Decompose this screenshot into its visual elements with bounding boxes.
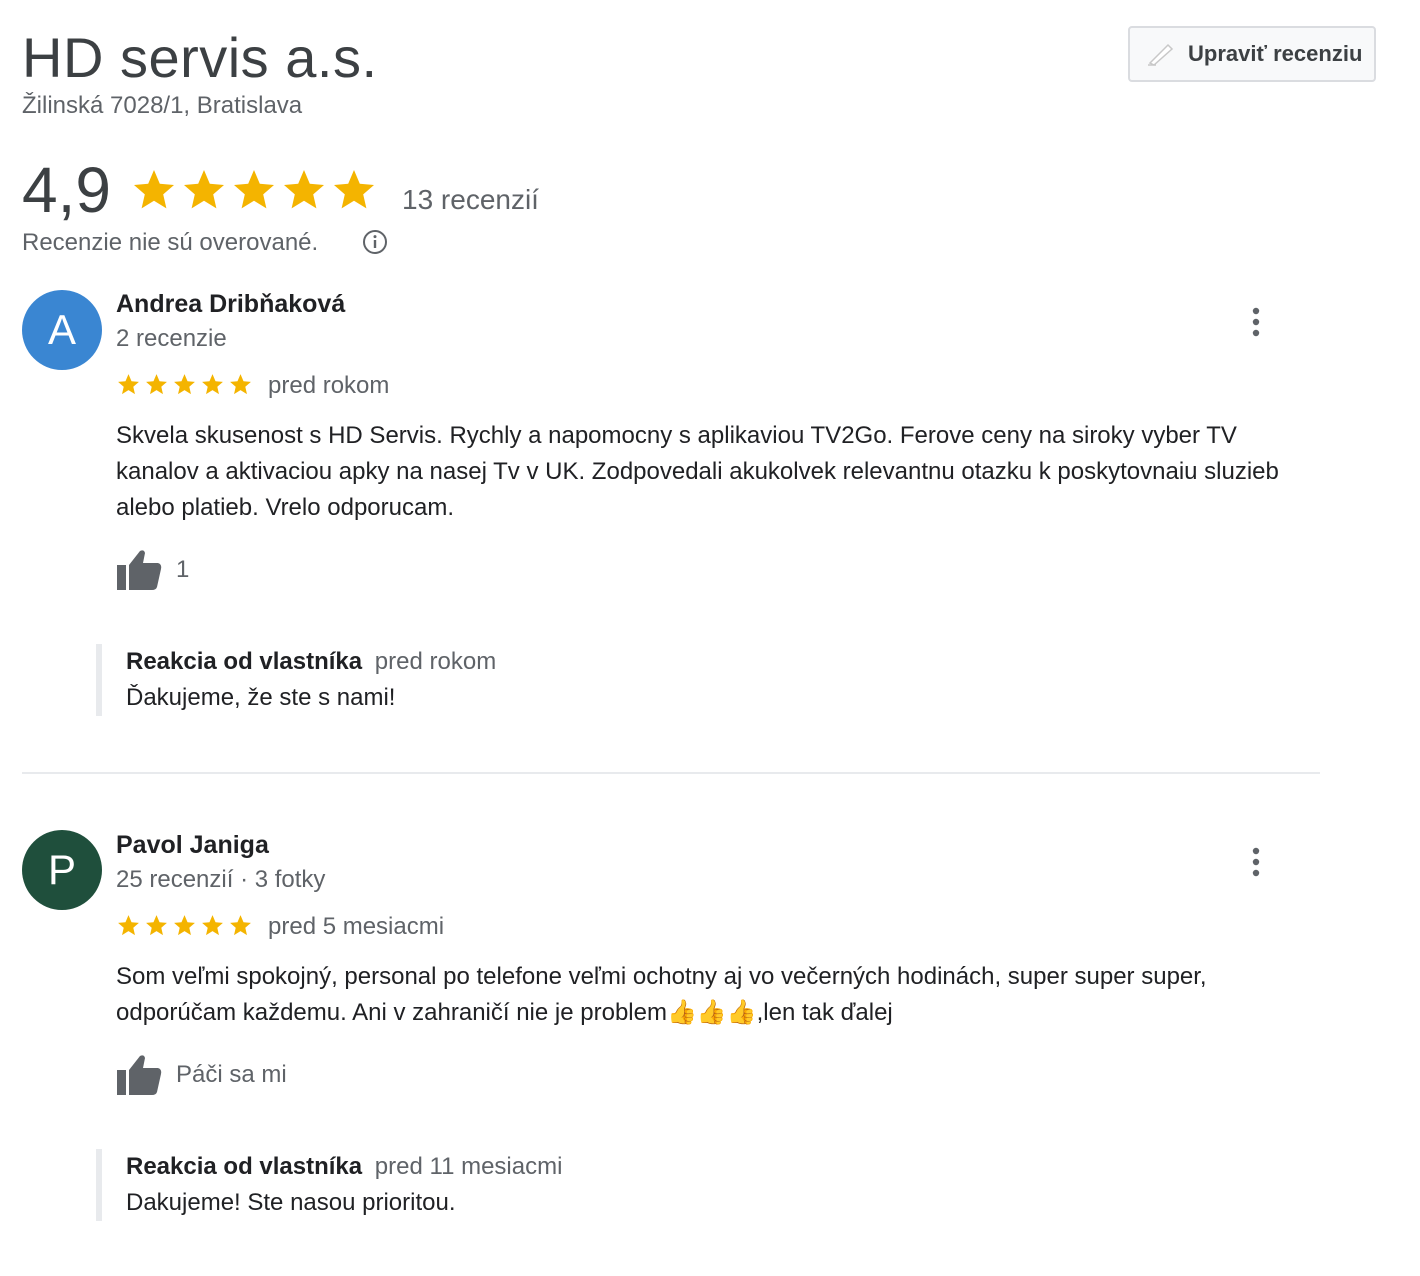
review-stars <box>116 913 253 938</box>
star-icon <box>184 170 224 209</box>
star-icon <box>174 915 195 936</box>
owner-reply: Reakcia od vlastníka pred 11 mesiacmi Da… <box>96 1149 1226 1221</box>
review-time: pred 5 mesiacmi <box>268 913 445 940</box>
more-options-icon[interactable] <box>1240 842 1272 882</box>
owner-reply-time: pred rokom <box>374 648 497 675</box>
business-address: Žilinská 7028/1, Bratislava <box>22 92 303 119</box>
avatar[interactable]: P <box>22 830 102 910</box>
review-text: Som veľmi spokojný, personal po telefone… <box>116 963 1207 1026</box>
star-icon <box>118 374 139 395</box>
thumbs-up-icon <box>117 1055 162 1095</box>
owner-reply-text: Ďakujeme, že ste s nami! <box>126 684 396 711</box>
more-options-icon[interactable] <box>1240 302 1272 342</box>
star-icon <box>202 915 223 936</box>
info-icon[interactable] <box>362 229 388 255</box>
star-icon <box>146 374 167 395</box>
star-icon <box>230 915 251 936</box>
review-text: Skvela skusenost s HD Servis. Rychly a n… <box>116 422 1279 521</box>
star-icon <box>118 915 139 936</box>
star-icon <box>134 170 174 209</box>
like-count: 1 <box>176 556 190 583</box>
star-icon <box>202 374 223 395</box>
owner-reply: Reakcia od vlastníka pred rokom Ďakujeme… <box>96 644 1226 716</box>
like-button[interactable]: Páči sa mi <box>116 1054 287 1096</box>
unverified-note: Recenzie nie sú overované. <box>22 229 319 256</box>
owner-reply-label: Reakcia od vlastníka <box>126 1153 363 1180</box>
review-time: pred rokom <box>268 372 390 399</box>
review-stars <box>116 372 253 397</box>
like-button[interactable]: 1 <box>116 549 189 591</box>
reviewer-name[interactable]: Andrea Dribňaková <box>116 288 345 320</box>
star-icon <box>234 170 274 209</box>
thumbs-up-icon <box>117 550 162 590</box>
review-count[interactable]: 13 recenzií <box>402 182 539 218</box>
review-divider <box>22 772 1320 774</box>
reviewer-meta: 25 recenzií · 3 fotky <box>116 866 326 893</box>
owner-reply-text: Dakujeme! Ste nasou prioritou. <box>126 1189 456 1216</box>
average-rating-stars <box>130 166 378 214</box>
like-label: Páči sa mi <box>176 1061 287 1088</box>
reviewer-name[interactable]: Pavol Janiga <box>116 829 269 861</box>
star-icon <box>230 374 251 395</box>
star-icon <box>284 170 324 209</box>
business-name: HD servis a.s. <box>22 26 378 89</box>
owner-reply-time: pred 11 mesiacmi <box>374 1153 563 1180</box>
reviewer-meta: 2 recenzie <box>116 325 227 352</box>
average-rating: 4,9 <box>22 154 111 226</box>
avatar[interactable]: A <box>22 290 102 370</box>
star-icon <box>334 170 374 209</box>
pencil-icon <box>1148 43 1174 66</box>
edit-review-button[interactable]: Upraviť recenziu <box>1128 26 1376 82</box>
star-icon <box>174 374 195 395</box>
owner-reply-label: Reakcia od vlastníka <box>126 648 363 675</box>
edit-review-label: Upraviť recenziu <box>1188 41 1363 66</box>
star-icon <box>146 915 167 936</box>
